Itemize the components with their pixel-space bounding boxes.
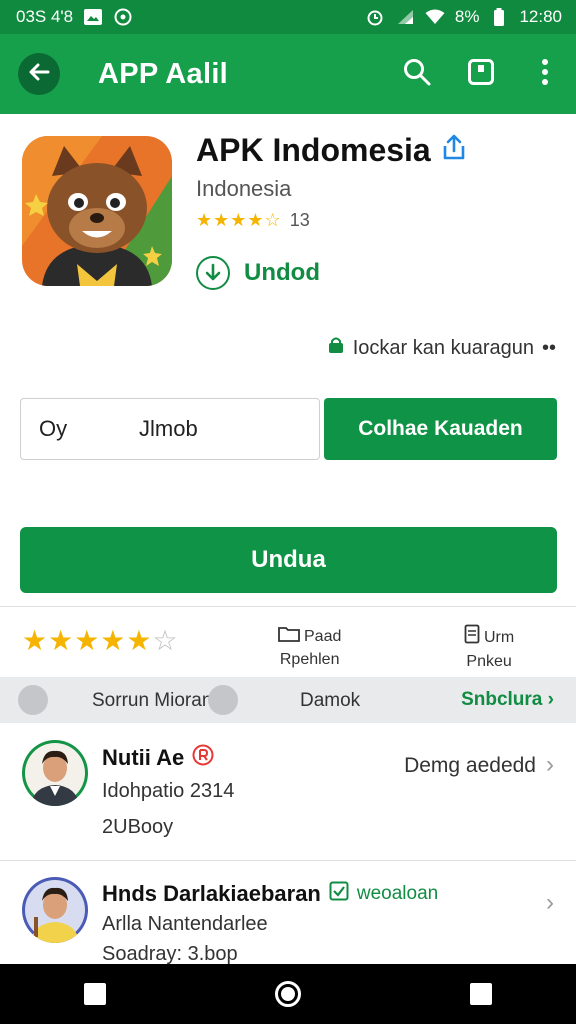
meta-2-line1: Urm bbox=[484, 628, 515, 646]
more-vert-icon bbox=[541, 58, 549, 91]
app-icon bbox=[22, 136, 172, 286]
lock-icon bbox=[327, 336, 345, 360]
list-item-badge: weoaloan bbox=[356, 883, 439, 904]
chevron-right-icon: › bbox=[547, 689, 554, 710]
home-icon bbox=[280, 987, 295, 1001]
avatar bbox=[22, 740, 88, 806]
meta-column-1[interactable]: Paad Rpehlen bbox=[278, 624, 341, 671]
rating-stars-icon: ★★★★☆ bbox=[196, 210, 282, 230]
app-bar-title: APP Aalil bbox=[98, 57, 229, 90]
list-item[interactable]: Hnds Darlakiaebaran weoaloan Arlla Nante… bbox=[0, 861, 576, 965]
wifi-icon bbox=[425, 8, 445, 26]
outline-left-text: Oy bbox=[39, 416, 68, 441]
filter-dot-icon bbox=[18, 685, 48, 715]
divider bbox=[0, 606, 576, 607]
app-name: APK Indomesia bbox=[196, 132, 467, 169]
battery-percent: 8% bbox=[454, 7, 480, 26]
secondary-green-button[interactable]: Colhae Kauaden bbox=[324, 398, 557, 460]
install-link[interactable]: Undod bbox=[196, 256, 320, 290]
status-bar: 03S 4'8 8% 12:80 bbox=[0, 0, 576, 34]
primary-download-button[interactable]: Undua bbox=[20, 527, 557, 593]
app-name-text: APK Indomesia bbox=[196, 132, 431, 168]
download-icon bbox=[196, 256, 230, 290]
outline-right-text: Jlmob bbox=[139, 416, 198, 441]
list-item-line2: 2UBooy bbox=[102, 816, 174, 838]
app-rating: ★★★★☆ 13 bbox=[196, 210, 310, 231]
box-button[interactable] bbox=[464, 57, 498, 91]
ellipsis-icon: •• bbox=[541, 336, 556, 359]
rating-stars-large: ★★★★★☆ bbox=[22, 625, 179, 656]
filter-item-2[interactable]: Damok bbox=[300, 690, 360, 712]
clock: 12:80 bbox=[519, 7, 562, 26]
back-arrow-icon bbox=[26, 59, 52, 90]
list-item-title: Hnds Darlakiaebaran weoaloan bbox=[102, 881, 438, 907]
list-item-title: Nutii Ae bbox=[102, 744, 214, 772]
install-label: Undod bbox=[244, 259, 320, 286]
more-options-button[interactable] bbox=[528, 57, 562, 91]
doc-icon bbox=[464, 624, 480, 651]
filter-bar: Sorrun Mioran Damok Snbclura › bbox=[0, 677, 576, 723]
check-badge-icon bbox=[329, 881, 349, 907]
info-note: Iockar kan kuaragun •• bbox=[327, 336, 556, 360]
filter-link[interactable]: Snbclura › bbox=[461, 689, 554, 711]
box-icon bbox=[467, 58, 495, 91]
info-note-text: Iockar kan kuaragun bbox=[352, 336, 534, 359]
app-subtitle: Indonesia bbox=[196, 176, 292, 201]
meta-column-2[interactable]: Urm Pnkeu bbox=[464, 624, 514, 673]
filter-link-text: Snbclura bbox=[461, 689, 543, 710]
list-item-line1: Idohpatio 2314 bbox=[102, 780, 235, 802]
meta-2-line2: Pnkeu bbox=[466, 653, 512, 670]
nav-home-button[interactable] bbox=[274, 981, 301, 1007]
battery-icon bbox=[489, 8, 509, 26]
nav-back-button[interactable] bbox=[84, 983, 107, 1005]
back-button[interactable] bbox=[18, 53, 60, 95]
chevron-right-icon: › bbox=[546, 751, 554, 778]
search-icon bbox=[402, 57, 432, 92]
badge-icon bbox=[192, 744, 214, 772]
list-item-line2: Soadray: 3.bop bbox=[102, 943, 238, 965]
app-bar: APP Aalil bbox=[0, 34, 576, 114]
list-item-title-text: Nutii Ae bbox=[102, 745, 185, 770]
list-item-line1: Arlla Nantendarlee bbox=[102, 913, 268, 935]
sync-notification-icon bbox=[113, 8, 133, 26]
share-icon[interactable] bbox=[441, 132, 467, 169]
filter-dot-icon bbox=[208, 685, 238, 715]
nav-recents-button[interactable] bbox=[469, 983, 492, 1005]
meta-1-line1: Paad bbox=[304, 627, 342, 645]
status-left-text: 03S 4'8 bbox=[16, 7, 74, 26]
image-notification-icon bbox=[83, 8, 103, 26]
rating-count: 13 bbox=[289, 210, 310, 230]
folder-icon bbox=[278, 624, 300, 649]
system-nav-bar bbox=[0, 964, 576, 1024]
signal-icon bbox=[395, 8, 415, 26]
meta-1-line2: Rpehlen bbox=[279, 651, 340, 668]
list-item-right-text: Demg aededd bbox=[404, 754, 536, 777]
alarm-icon bbox=[365, 8, 385, 26]
chevron-right-icon: › bbox=[546, 889, 554, 916]
list-item[interactable]: Nutii Ae Idohpatio 2314 2UBooy Demg aede… bbox=[0, 724, 576, 860]
outline-action-box[interactable]: Oy Jlmob bbox=[20, 398, 320, 460]
filter-item-1[interactable]: Sorrun Mioran bbox=[92, 690, 212, 712]
avatar bbox=[22, 877, 88, 943]
search-button[interactable] bbox=[400, 57, 434, 91]
list-item-title-text: Hnds Darlakiaebaran bbox=[102, 881, 321, 906]
